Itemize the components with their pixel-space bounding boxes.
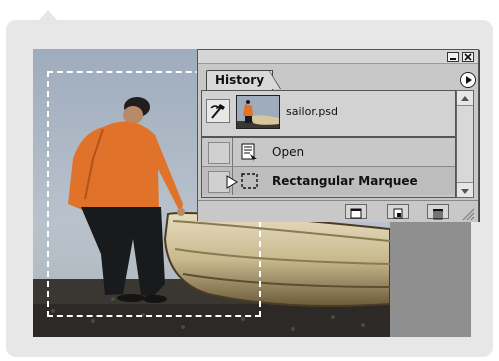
snapshot-thumbnail	[236, 95, 280, 129]
history-scrollbar[interactable]	[456, 90, 474, 198]
scroll-down-icon[interactable]	[457, 182, 473, 197]
history-palette: History sailor.psd Open Rectangular Marq…	[197, 49, 479, 222]
history-brush-icon[interactable]	[206, 99, 230, 123]
tab-history[interactable]: History	[206, 70, 274, 90]
snapshot-label: sailor.psd	[286, 105, 339, 118]
rectangular-marquee-icon	[240, 171, 260, 191]
minimize-icon[interactable]	[447, 52, 459, 62]
state-label-open: Open	[272, 145, 305, 159]
state-label-rectangular-marquee: Rectangular Marquee	[272, 174, 418, 188]
history-state-open[interactable]: Open	[202, 138, 455, 166]
palette-titlebar[interactable]	[198, 50, 478, 64]
scroll-up-icon[interactable]	[457, 91, 473, 106]
open-document-icon	[240, 142, 260, 162]
history-state-slider-icon[interactable]	[226, 174, 238, 193]
new-document-from-state-icon[interactable]	[345, 204, 367, 219]
trash-icon[interactable]	[427, 204, 449, 220]
history-source-box[interactable]	[208, 142, 230, 164]
close-icon[interactable]	[462, 52, 474, 62]
snapshot-row[interactable]: sailor.psd	[202, 91, 455, 138]
history-state-rectangular-marquee[interactable]: Rectangular Marquee	[202, 167, 455, 195]
tab-row: History	[198, 64, 478, 90]
tab-edge-fill	[269, 71, 280, 89]
column-divider	[232, 138, 233, 166]
palette-menu-icon[interactable]	[460, 72, 476, 88]
resize-grip-icon[interactable]	[461, 206, 475, 225]
history-list: sailor.psd Open Rectangular Marquee	[201, 90, 456, 198]
palette-bottom-bar	[198, 200, 478, 222]
new-snapshot-icon[interactable]	[387, 204, 409, 219]
